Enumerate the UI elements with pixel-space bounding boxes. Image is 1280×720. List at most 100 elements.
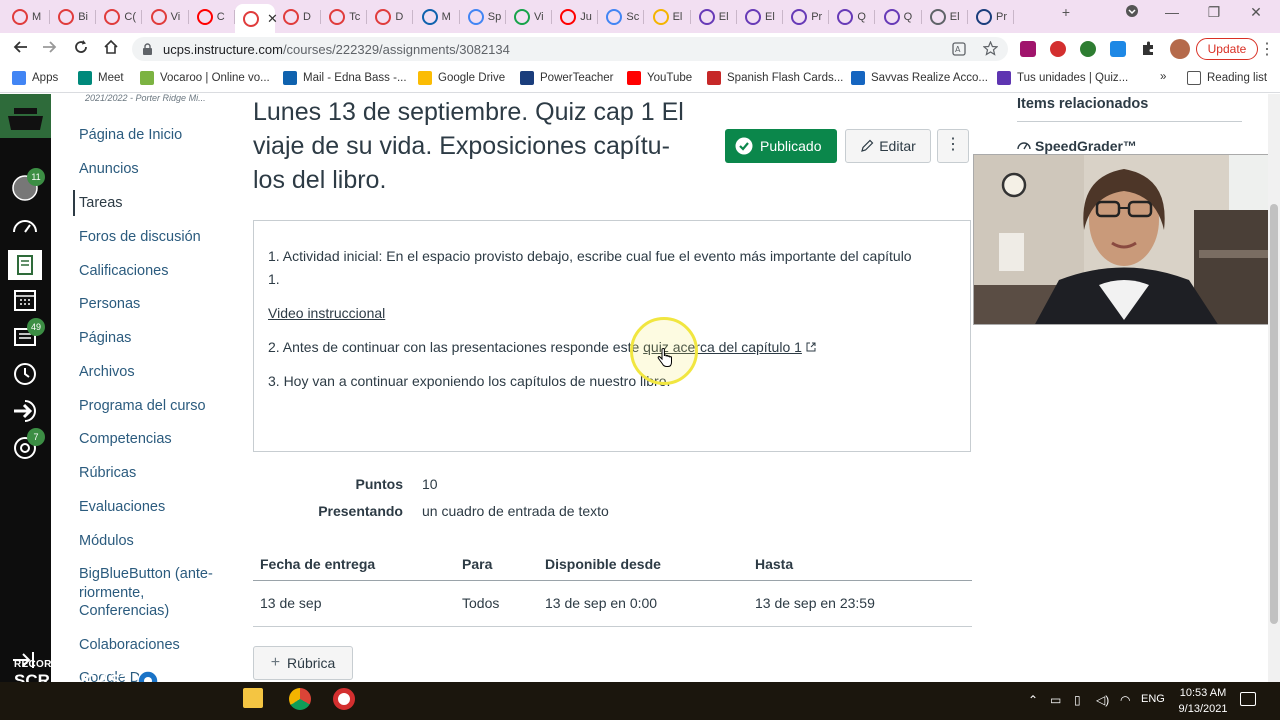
bookmark-item[interactable]: Apps (12, 71, 58, 85)
history-icon[interactable] (11, 360, 39, 388)
browser-tab[interactable]: ✕ (235, 4, 278, 33)
course-nav-item[interactable]: Rúbricas (79, 465, 136, 481)
new-tab-button[interactable]: + (1046, 4, 1086, 26)
minimize-icon[interactable]: — (1152, 4, 1192, 26)
browser-tab[interactable]: Pr (968, 4, 1014, 30)
home-icon[interactable] (100, 39, 122, 59)
browser-tab[interactable]: M (414, 4, 460, 30)
video-instructional-link[interactable]: Video instruccional (268, 305, 385, 321)
restore-icon[interactable]: ❐ (1194, 4, 1234, 26)
chrome-icon[interactable] (289, 688, 311, 710)
bookmark-item[interactable]: Google Drive (418, 71, 505, 85)
browser-tab[interactable]: C (189, 4, 235, 30)
address-bar[interactable]: ucps.instructure.com/courses/222329/assi… (132, 37, 1008, 61)
close-window-icon[interactable]: ✕ (1236, 4, 1276, 26)
browser-tab[interactable]: M (4, 4, 50, 30)
update-button[interactable]: Update (1196, 38, 1258, 60)
more-options-button[interactable]: ⋮ (937, 129, 969, 163)
page-scrollbar[interactable] (1268, 94, 1280, 682)
bookmark-item[interactable]: Tus unidades | Quiz... (997, 71, 1128, 85)
course-nav-item-active[interactable]: Tareas (79, 195, 123, 211)
course-nav-item[interactable]: Páginas (79, 330, 131, 346)
commons-icon[interactable] (11, 397, 39, 425)
bookmark-item[interactable]: Savvas Realize Acco... (851, 71, 988, 85)
tab-search-icon[interactable] (1112, 4, 1152, 26)
edit-button[interactable]: Editar (845, 129, 931, 163)
scrollbar-thumb[interactable] (1270, 204, 1278, 624)
extension-icon[interactable] (1020, 41, 1036, 57)
browser-tab[interactable]: Bi (50, 4, 97, 30)
course-nav-item[interactable]: Programa del curso (79, 398, 206, 414)
course-nav-item[interactable]: BigBlueButton (ante- (79, 566, 213, 582)
school-logo[interactable] (0, 94, 51, 138)
record-icon[interactable] (333, 688, 355, 710)
browser-tab[interactable]: Sp (460, 4, 506, 30)
course-nav-item[interactable]: Evaluaciones (79, 499, 165, 515)
forward-arrow-icon[interactable] (38, 39, 60, 59)
reading-list-button[interactable]: Reading list (1187, 71, 1267, 85)
back-arrow-icon[interactable] (10, 39, 32, 59)
course-nav-item[interactable]: Colaboraciones (79, 637, 180, 653)
bookmark-item[interactable]: Mail - Edna Bass -... (283, 71, 407, 85)
browser-tab[interactable]: El (737, 4, 783, 30)
browser-tab[interactable]: Q (876, 4, 922, 30)
tray-volume-icon[interactable]: ◁) (1096, 693, 1109, 707)
translate-icon[interactable]: A (952, 42, 966, 56)
tray-network-icon[interactable]: ▭ (1050, 693, 1061, 707)
browser-tab[interactable]: Tc (321, 4, 368, 30)
extension-2-icon[interactable] (1110, 41, 1126, 57)
course-nav-item[interactable]: Competencias (79, 431, 172, 447)
browser-tab[interactable]: El (922, 4, 968, 30)
profile-avatar[interactable] (1170, 39, 1190, 59)
tray-language[interactable]: ENG (1141, 693, 1165, 705)
bookmarks-overflow-icon[interactable]: » (1160, 71, 1166, 83)
browser-tab[interactable]: C( (96, 4, 143, 30)
bookmark-star-icon[interactable] (983, 41, 998, 56)
help-icon[interactable]: 7 (11, 428, 45, 462)
notifications-icon[interactable] (1240, 692, 1256, 706)
adblock-icon[interactable] (1050, 41, 1066, 57)
browser-tab[interactable]: Vi (506, 4, 552, 30)
browser-tab[interactable]: D (367, 4, 414, 30)
taskbar-clock[interactable]: 10:53 AM 9/13/2021 (1168, 685, 1238, 717)
grammar-extension-icon[interactable] (1080, 41, 1096, 57)
course-nav-item[interactable]: Página de Inicio (79, 127, 182, 143)
bookmark-item[interactable]: PowerTeacher (520, 71, 614, 85)
tray-battery-icon[interactable]: ▯ (1074, 693, 1081, 707)
browser-tab[interactable]: D (275, 4, 321, 30)
rubric-button[interactable]: + Rúbrica (253, 646, 353, 680)
browser-tab[interactable]: Ju (552, 4, 599, 30)
bookmark-item[interactable]: Spanish Flash Cards... (707, 71, 843, 85)
file-explorer-icon[interactable] (243, 688, 263, 708)
tab-favicon-icon (606, 9, 623, 25)
course-nav-item[interactable]: Módulos (79, 533, 134, 549)
inbox-icon[interactable]: 49 (11, 318, 45, 350)
course-nav-item[interactable]: riormente, (79, 585, 144, 601)
calendar-icon[interactable] (11, 286, 39, 314)
course-nav-item[interactable]: Calificaciones (79, 263, 168, 279)
browser-tab[interactable]: El (645, 4, 691, 30)
browser-tab[interactable]: El (691, 4, 737, 30)
course-nav-item[interactable]: Anuncios (79, 161, 139, 177)
speedgrader-link[interactable]: SpeedGrader™ (1017, 138, 1137, 154)
course-nav-item[interactable]: Conferencias) (79, 603, 169, 619)
browser-tab[interactable]: Q (829, 4, 876, 30)
reload-icon[interactable] (70, 39, 92, 59)
tray-chevron-icon[interactable]: ⌃ (1028, 693, 1038, 707)
course-nav-item[interactable]: Archivos (79, 364, 135, 380)
browser-tab[interactable]: Vi (143, 4, 189, 30)
browser-tab[interactable]: Sc (598, 4, 645, 30)
published-button[interactable]: Publicado (725, 129, 837, 163)
puzzle-extensions-icon[interactable] (1140, 41, 1156, 57)
browser-tab[interactable]: Pr (783, 4, 830, 30)
bookmark-item[interactable]: YouTube (627, 71, 692, 85)
bookmark-item[interactable]: Meet (78, 71, 124, 85)
course-nav-item[interactable]: Foros de discusión (79, 229, 201, 245)
course-nav-item[interactable]: Personas (79, 296, 140, 312)
bookmark-item[interactable]: Vocaroo | Online vo... (140, 71, 270, 85)
account-icon[interactable]: 11 (11, 168, 45, 202)
dashboard-icon[interactable] (11, 214, 39, 242)
courses-icon[interactable] (8, 250, 42, 280)
tray-wifi-icon[interactable]: ◠ (1120, 693, 1130, 707)
browser-menu-icon[interactable]: ⋮ (1256, 39, 1278, 59)
